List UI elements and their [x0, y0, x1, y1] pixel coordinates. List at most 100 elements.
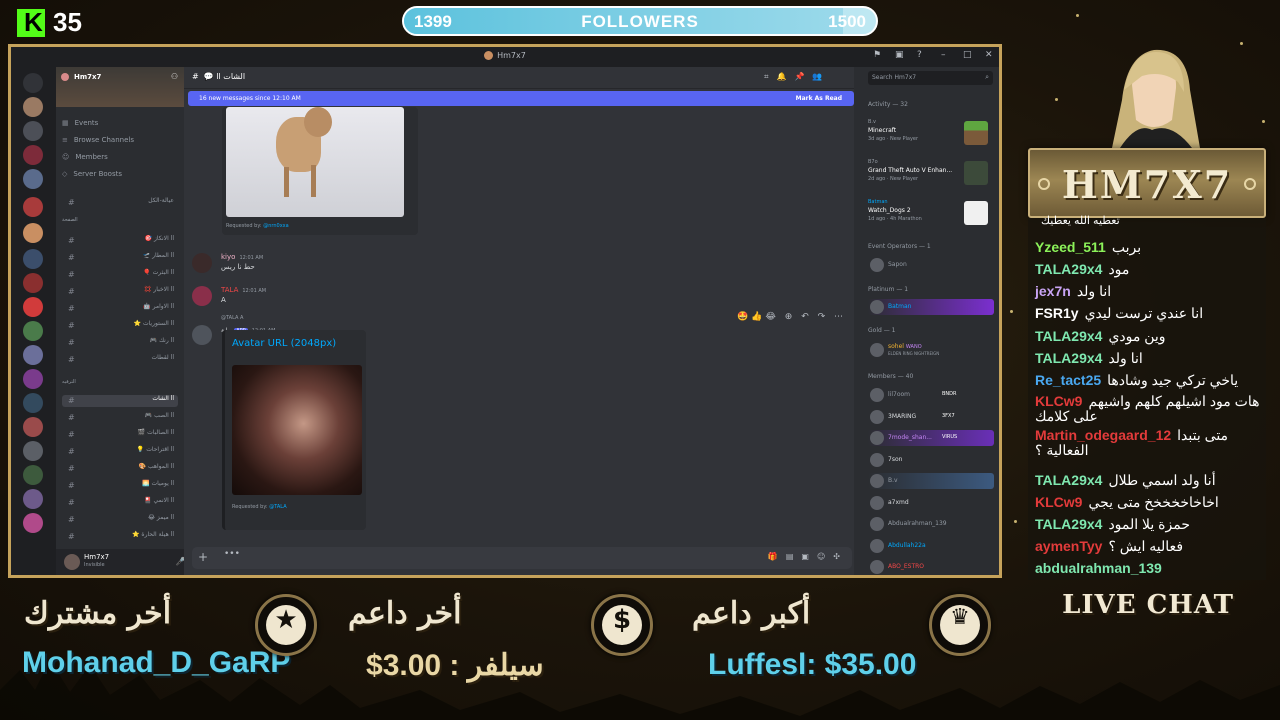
- member-item[interactable]: lil7oom BNDR: [868, 387, 994, 403]
- header-icons[interactable]: ⌗🔔📌👥: [764, 72, 854, 82]
- server-icon[interactable]: [23, 145, 43, 165]
- menu-members[interactable]: ☺ Members: [62, 153, 108, 161]
- calendar-icon: ▦: [62, 119, 69, 127]
- reply-reference[interactable]: @TALA A: [221, 315, 243, 321]
- avatar: [870, 538, 884, 553]
- chat-message: KLCw9 هات مود اشيلهم كلهم واشيهم على كلام…: [1035, 394, 1260, 424]
- channel-item[interactable]: # ll رنك 🎮: [62, 337, 178, 349]
- hash-icon: #: [68, 532, 75, 541]
- channel-item[interactable]: # ll الصالبات 🎬: [62, 429, 178, 441]
- avatar[interactable]: [192, 253, 212, 273]
- chat-text: بربب: [1111, 239, 1142, 255]
- member-item[interactable]: Batman: [868, 299, 994, 315]
- message-actions[interactable]: 🤩👍😂 ⊕ ↶ ↷ ⋯: [737, 312, 846, 322]
- member-item[interactable]: Abdualrahman_139: [868, 516, 994, 532]
- avatar-url-link[interactable]: Avatar URL (2048px): [232, 338, 336, 349]
- avatar[interactable]: [64, 554, 80, 570]
- server-icon[interactable]: [23, 393, 43, 413]
- server-banner[interactable]: Hm7x7 ⚇: [56, 67, 184, 107]
- member-item[interactable]: 7son: [868, 452, 994, 468]
- server-icon[interactable]: [23, 513, 43, 533]
- channel-item[interactable]: # ll ميمز 😂: [62, 514, 178, 526]
- server-icon[interactable]: [23, 97, 43, 117]
- channel-item[interactable]: # ll البثرت 🎈: [62, 269, 178, 281]
- server-icon[interactable]: [23, 273, 43, 293]
- member-item[interactable]: Abdullah22a: [868, 538, 994, 554]
- server-icon[interactable]: [23, 369, 43, 389]
- server-icon[interactable]: [23, 417, 43, 437]
- channel-item-selected[interactable]: # ll الشات: [62, 395, 178, 407]
- server-icon[interactable]: [23, 489, 43, 509]
- activity-header: Activity — 32: [868, 101, 908, 108]
- channel-item[interactable]: # ll المطار 🛫: [62, 252, 178, 264]
- channel-item[interactable]: # ll المواهب 🎨: [62, 463, 178, 475]
- inbox-icon[interactable]: ⚑: [873, 50, 881, 60]
- activity-card[interactable]: Batman Watch_Dogs 2 1d ago · 4h Marathon: [868, 199, 994, 231]
- member-item[interactable]: sohel WANO ELDEN RING NIGHTREIGN: [868, 342, 994, 360]
- server-icon[interactable]: [23, 121, 43, 141]
- help-icon[interactable]: ?: [917, 50, 922, 60]
- chat-message: aymenTyy فعاليه ايش ؟: [1035, 538, 1260, 555]
- channel-item[interactable]: # ll الانمي 🎴: [62, 497, 178, 509]
- server-icon[interactable]: [23, 465, 43, 485]
- server-icon[interactable]: [23, 249, 43, 269]
- menu-server-boosts[interactable]: ◇ Server Boosts: [62, 170, 122, 178]
- plus-icon[interactable]: +: [198, 550, 208, 564]
- menu-browse-channels[interactable]: ≡ Browse Channels: [62, 136, 134, 144]
- channel-item[interactable]: # ll الاخبار 💢: [62, 286, 178, 298]
- server-icon[interactable]: [23, 169, 43, 189]
- server-icon[interactable]: [23, 321, 43, 341]
- message-author[interactable]: kiyo 12:01 AM: [221, 253, 263, 261]
- hash-icon: #: [68, 396, 75, 405]
- new-messages-bar[interactable]: 16 new messages since 12:10 AM Mark As R…: [188, 91, 854, 106]
- server-icon[interactable]: [23, 441, 43, 461]
- minimize-button[interactable]: –: [941, 50, 946, 60]
- hash-icon: #: [68, 270, 75, 279]
- avatar[interactable]: [192, 286, 212, 306]
- deer-image[interactable]: [226, 107, 404, 217]
- invite-icon[interactable]: ⚇: [171, 72, 178, 81]
- screen-icon[interactable]: ▣: [895, 50, 904, 60]
- server-list: [11, 67, 56, 575]
- channel-item[interactable]: # ll هيلة الحارة ⭐: [62, 531, 178, 543]
- menu-events[interactable]: ▦ Events: [62, 119, 98, 127]
- hash-icon: #: [68, 498, 75, 507]
- server-icon[interactable]: [23, 197, 43, 217]
- home-icon[interactable]: [23, 73, 43, 93]
- channels-icon: ≡: [62, 136, 68, 144]
- close-button[interactable]: ✕: [985, 50, 993, 60]
- member-item[interactable]: ABO_ESTRO: [868, 559, 994, 575]
- mark-as-read-button[interactable]: Mark As Read: [796, 95, 842, 102]
- member-item[interactable]: B.v: [868, 473, 994, 489]
- channel-item[interactable]: # ll الستوريات ⭐: [62, 320, 178, 332]
- server-icon[interactable]: [23, 297, 43, 317]
- members-icon: ☺: [62, 153, 70, 161]
- server-icon[interactable]: [23, 223, 43, 243]
- maximize-button[interactable]: □: [963, 50, 972, 60]
- hash-icon: #: [68, 413, 75, 422]
- kick-logo-icon: K: [17, 7, 45, 37]
- activity-card[interactable]: B7o Grand Theft Auto V Enhan... 2d ago · N…: [868, 159, 994, 191]
- channel-item[interactable]: # ll لقطات: [62, 354, 178, 366]
- member-item[interactable]: Sapon: [868, 257, 994, 273]
- channel-item[interactable]: # عيالة-الكل: [62, 197, 178, 209]
- message-author[interactable]: TALA 12:01 AM: [221, 286, 266, 294]
- channel-item[interactable]: # ll الاوامر 🤖: [62, 303, 178, 315]
- channel-item[interactable]: # ll اقتراحات 💡: [62, 446, 178, 458]
- member-name: 7son: [888, 455, 903, 463]
- chat-username: Martin_odegaard_12: [1035, 427, 1172, 443]
- search-input[interactable]: Search Hm7x7 ⌕: [868, 71, 993, 85]
- activity-card[interactable]: B.v Minecraft 3d ago · New Player: [868, 119, 994, 151]
- channel-item[interactable]: # ll يوميات 🌅: [62, 480, 178, 492]
- member-item[interactable]: 3MARING 3FX7: [868, 409, 994, 425]
- member-item[interactable]: 7mode_shan... VIRUS: [868, 430, 994, 446]
- channel-item[interactable]: # ll الانكاز 🎯: [62, 235, 178, 247]
- section-title: Event Operators — 1: [868, 243, 931, 250]
- member-item[interactable]: a7xmd: [868, 495, 994, 511]
- channel-item[interactable]: # ll الصب 🎮: [62, 412, 178, 424]
- input-icons[interactable]: 🎁▤▣☺✣: [768, 552, 848, 561]
- avatar-photo[interactable]: [232, 365, 362, 495]
- server-icon[interactable]: [23, 345, 43, 365]
- message-input[interactable]: + ••• 🎁▤▣☺✣: [192, 547, 852, 569]
- bot-avatar[interactable]: [192, 325, 212, 345]
